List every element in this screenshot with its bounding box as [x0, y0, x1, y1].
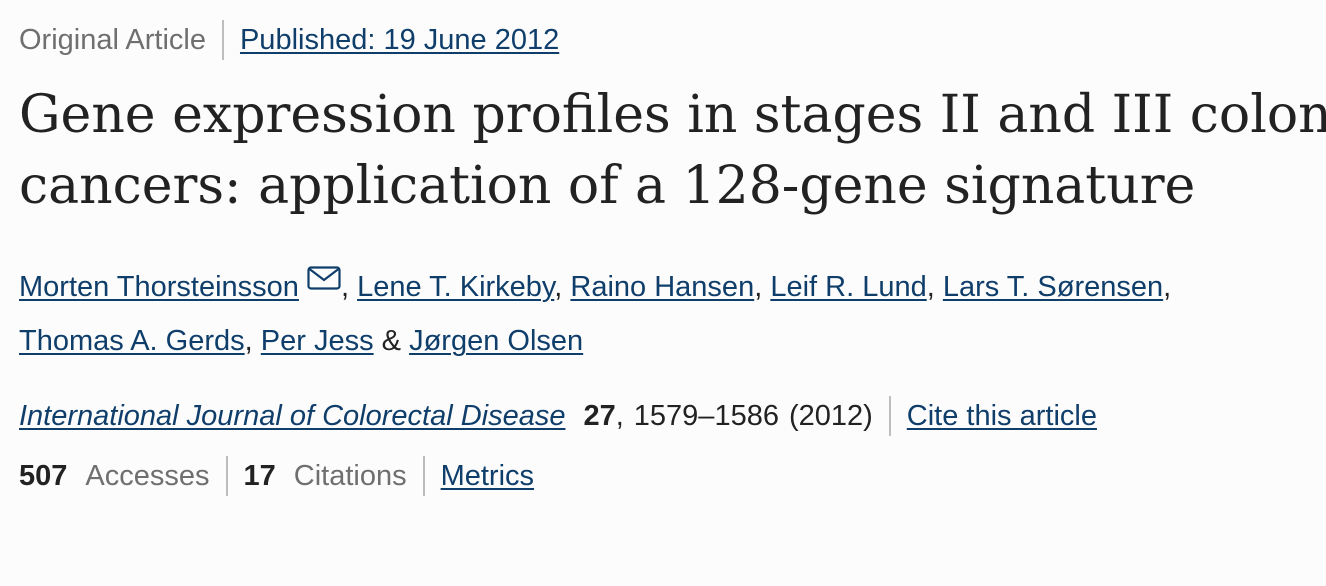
author-separator: ,	[554, 271, 563, 303]
author-link[interactable]: Lars T. Sørensen	[943, 271, 1163, 303]
metrics-link[interactable]: Metrics	[441, 460, 534, 493]
metrics-divider	[422, 456, 425, 496]
author-separator: ,	[244, 325, 253, 357]
accesses-count: 507	[19, 459, 68, 492]
author-link[interactable]: Thomas A. Gerds	[19, 325, 245, 357]
volume-separator: ,	[615, 399, 624, 432]
citation-divider	[888, 396, 891, 436]
volume: 27	[583, 399, 616, 432]
article-metrics: 507 Accesses 17 Citations Metrics	[19, 454, 534, 498]
author-link[interactable]: Lene T. Kirkeby	[357, 271, 554, 303]
author-link[interactable]: Morten Thorsteinsson	[19, 271, 299, 303]
author-separator: ,	[926, 271, 935, 303]
author-line-1: Morten Thorsteinsson, Lene T. Kirkeby, R…	[19, 260, 1171, 314]
author-and-separator: &	[381, 325, 402, 357]
published-date-link[interactable]: Published: 19 June 2012	[240, 24, 559, 57]
article-title: Gene expression profiles in stages II an…	[19, 80, 1326, 222]
article-meta: Original Article Published: 19 June 2012	[19, 20, 559, 60]
page-range: 1579–1586	[633, 399, 779, 432]
author-link[interactable]: Raino Hansen	[570, 271, 754, 303]
envelope-icon[interactable]	[307, 266, 341, 290]
author-separator: ,	[754, 271, 763, 303]
article-type: Original Article	[19, 23, 206, 56]
author-separator: ,	[1163, 271, 1172, 303]
citations-label: Citations	[293, 459, 407, 492]
author-link[interactable]: Jørgen Olsen	[409, 325, 583, 357]
author-list: Morten Thorsteinsson, Lene T. Kirkeby, R…	[19, 260, 1171, 368]
metrics-divider	[225, 456, 228, 496]
citation-line: International Journal of Colorectal Dise…	[19, 394, 1097, 438]
accesses-label: Accesses	[85, 459, 210, 492]
article-title-line-1: Gene expression profiles in stages II an…	[19, 85, 1326, 145]
publication-year: (2012)	[788, 399, 873, 432]
author-link[interactable]: Leif R. Lund	[770, 271, 926, 303]
cite-this-article-link[interactable]: Cite this article	[907, 400, 1097, 433]
author-link[interactable]: Per Jess	[261, 325, 374, 357]
author-line-2: Thomas A. Gerds, Per Jess & Jørgen Olsen	[19, 314, 1171, 368]
journal-link[interactable]: International Journal of Colorectal Dise…	[19, 400, 565, 433]
citations-count: 17	[243, 459, 276, 492]
article-title-line-2: cancers: application of a 128-gene signa…	[19, 156, 1196, 216]
meta-divider	[221, 20, 224, 60]
author-separator: ,	[340, 271, 349, 303]
